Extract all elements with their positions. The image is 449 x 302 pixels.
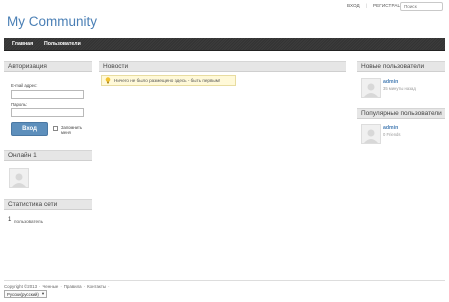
login-link[interactable]: ВХОД <box>347 3 360 8</box>
new-user-name[interactable]: admin <box>383 79 398 85</box>
language-select[interactable]: Русски(русский) ▾ <box>4 290 47 298</box>
main-navbar: Главная Пользователи <box>4 38 445 51</box>
new-users-box-title: Новые пользователи <box>357 61 445 72</box>
top-links-separator: | <box>365 3 367 8</box>
password-field[interactable] <box>11 108 84 117</box>
online-user-avatar[interactable] <box>9 168 29 188</box>
stats-user-count: 1 <box>8 217 12 223</box>
footer-link-rules[interactable]: Правила <box>64 284 82 289</box>
footer-link-contacts[interactable]: Контакты <box>87 284 106 289</box>
popular-user-name[interactable]: admin <box>383 125 398 131</box>
remember-checkbox[interactable] <box>53 126 58 131</box>
stats-user-label: пользователь <box>14 219 43 224</box>
news-box-title: Новости <box>99 61 346 72</box>
new-user-meta: 35 минуты назад <box>383 86 416 91</box>
footer-link-news[interactable]: Ченные <box>42 284 58 289</box>
lightbulb-icon <box>105 77 111 84</box>
popular-user-meta: 0 Friends <box>383 132 401 137</box>
site-title[interactable]: My Community <box>7 14 97 29</box>
popular-user-avatar[interactable] <box>361 124 381 144</box>
footer-divider <box>4 280 445 281</box>
login-button[interactable]: Вход <box>11 122 48 136</box>
footer-copyright: Copyright ©2013 <box>4 284 38 289</box>
remember-label: Запомнить меня <box>61 125 83 135</box>
language-select-value: Русски(русский) <box>7 291 39 297</box>
email-field[interactable] <box>11 90 84 99</box>
footer-links: Copyright ©2013 · Ченные · Правила · Кон… <box>4 284 110 289</box>
nav-item-home[interactable]: Главная <box>12 41 33 47</box>
auth-box-title: Авторизация <box>4 61 92 72</box>
news-notice-text: Ничего не было размещено здесь - быть пе… <box>114 78 221 83</box>
stats-box-title: Статистика сети <box>4 199 92 210</box>
online-box-title: Онлайн 1 <box>4 150 92 161</box>
password-label: Пароль: <box>11 102 28 107</box>
nav-item-users[interactable]: Пользователи <box>44 41 81 47</box>
popular-users-box-title: Популярные пользователи <box>357 108 445 119</box>
news-notice: Ничего не было размещено здесь - быть пе… <box>101 75 236 86</box>
new-user-avatar[interactable] <box>361 78 381 98</box>
chevron-down-icon: ▾ <box>41 291 44 296</box>
default-avatar-icon <box>364 83 378 97</box>
email-label: E-mail адрес: <box>11 83 38 88</box>
default-avatar-icon <box>12 173 26 187</box>
top-links: ВХОД | РЕГИСТРАЦИЯ <box>347 3 408 8</box>
default-avatar-icon <box>364 129 378 143</box>
search-input[interactable] <box>400 2 443 11</box>
